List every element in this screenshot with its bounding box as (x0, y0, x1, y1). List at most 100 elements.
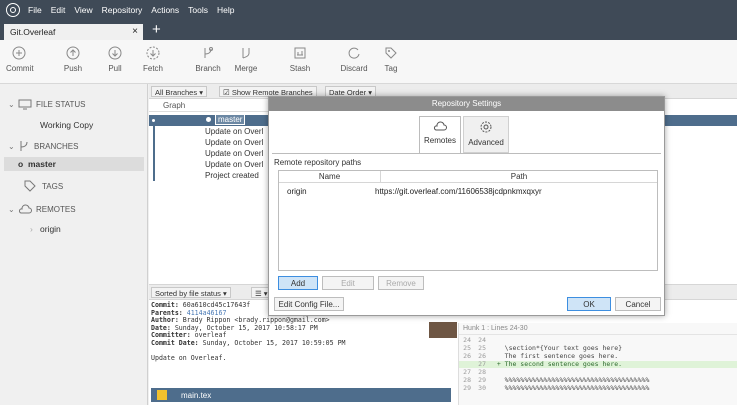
avatar (429, 322, 457, 338)
branch-button[interactable]: Branch (195, 46, 221, 73)
commit-row[interactable]: Update on Overl (149, 160, 269, 171)
new-tab-button[interactable]: + (152, 21, 161, 38)
sidebar-branches-header[interactable]: ⌄ BRANCHES (8, 140, 78, 152)
sidebar-file-status-header[interactable]: ⌄ FILE STATUS (8, 99, 86, 110)
commit-icon (12, 46, 26, 60)
push-icon (66, 46, 80, 60)
discard-button[interactable]: Discard (339, 46, 369, 73)
diff-line-text: %%%%%%%%%%%%%%%%%%%%%%%%%%%%%%%%%%%%% (489, 384, 650, 392)
menu-edit[interactable]: Edit (51, 5, 66, 15)
file-name: main.tex (181, 391, 212, 400)
old-line-number: 29 (463, 384, 471, 392)
diff-line: 24 24 (459, 337, 737, 344)
menu-help[interactable]: Help (217, 5, 234, 15)
hunk-header: Hunk 1 : Lines 24-30 (459, 323, 737, 335)
edit-remote-button[interactable]: Edit (322, 276, 374, 290)
add-remote-button[interactable]: Add (278, 276, 318, 290)
commit-label: Commit (6, 64, 34, 73)
sidebar-file-status-label: FILE STATUS (36, 100, 86, 109)
fetch-label: Fetch (142, 64, 163, 73)
branch-icon (20, 141, 28, 151)
repository-settings-dialog: Repository Settings Remotes Advanced Rem… (268, 96, 665, 316)
cloud-icon (434, 121, 447, 131)
sidebar-tags-header[interactable]: TAGS (24, 180, 63, 192)
new-line-number: 29 (478, 376, 486, 384)
remove-remote-button[interactable]: Remove (378, 276, 424, 290)
merge-button[interactable]: Merge (233, 46, 259, 73)
chevron-down-icon: ⌄ (8, 100, 15, 109)
new-line-number: 27 (478, 360, 486, 368)
ok-button[interactable]: OK (567, 297, 611, 311)
commit-row[interactable]: Update on Overl (149, 127, 269, 138)
cancel-button[interactable]: Cancel (615, 297, 661, 311)
sort-label: Sorted by file status (155, 289, 221, 298)
sidebar-item-origin[interactable]: › origin (30, 224, 61, 234)
sidebar-item-master-label: master (28, 159, 56, 169)
menu-repository[interactable]: Repository (102, 5, 143, 15)
commit-button[interactable]: Commit (6, 46, 34, 73)
column-header-name[interactable]: Name (279, 171, 381, 183)
commit-row[interactable]: Project created (149, 171, 269, 182)
sidebar-item-origin-label: origin (40, 224, 61, 234)
fetch-button[interactable]: Fetch (142, 46, 164, 73)
commit-row[interactable]: Update on Overl (149, 149, 269, 160)
all-branches-dropdown[interactable]: All Branches ▾ (151, 86, 207, 97)
menu-file[interactable]: File (28, 5, 42, 15)
remote-name[interactable]: origin (287, 187, 307, 196)
column-header-path[interactable]: Path (381, 171, 657, 183)
branch-icon (204, 47, 213, 58)
diff-line-text: The first sentence goes here. (489, 352, 619, 360)
file-list-item[interactable]: main.tex (151, 388, 451, 402)
menu-view[interactable]: View (74, 5, 92, 15)
stash-icon (294, 47, 306, 59)
cloud-icon (19, 204, 32, 214)
pull-button[interactable]: Pull (105, 46, 125, 73)
sort-dropdown[interactable]: Sorted by file status ▾ (151, 287, 231, 298)
pull-icon (108, 46, 122, 60)
sidebar-selection-highlight (4, 157, 144, 171)
tab-remotes-label: Remotes (423, 136, 456, 145)
branch-tag-master: master (215, 114, 246, 125)
chevron-down-icon: ⌄ (8, 141, 15, 151)
close-tab-icon[interactable]: × (132, 26, 138, 37)
sidebar-item-master[interactable]: o master (18, 159, 56, 169)
pull-label: Pull (108, 64, 122, 73)
merge-icon (242, 48, 250, 59)
diff-line: 26 26 The first sentence goes here. (459, 353, 737, 360)
push-button[interactable]: Push (60, 46, 86, 73)
diff-line: 28 29 %%%%%%%%%%%%%%%%%%%%%%%%%%%%%%%%%%%… (459, 377, 737, 384)
tab-advanced[interactable]: Advanced (463, 116, 509, 153)
old-line-number: 25 (463, 344, 471, 352)
new-line-number: 26 (478, 352, 486, 360)
commit-row[interactable]: Update on Overl (149, 138, 269, 149)
stash-label: Stash (289, 64, 311, 73)
commit-date-key: Commit Date: (151, 338, 199, 347)
all-branches-label: All Branches (155, 88, 198, 97)
remote-path[interactable]: https://git.overleaf.com/11606538jcdpnkm… (375, 187, 542, 196)
menu-actions[interactable]: Actions (151, 5, 179, 15)
old-line-number: 24 (463, 336, 471, 344)
old-line-number: 26 (463, 352, 471, 360)
sidebar-item-working-copy[interactable]: Working Copy (40, 120, 93, 130)
tab-git-overleaf[interactable]: Git.Overleaf × (4, 24, 143, 40)
sidebar-remotes-header[interactable]: ⌄ REMOTES (8, 204, 76, 215)
chevron-down-icon: ⌄ (8, 205, 15, 214)
chevron-right-icon: › (30, 224, 33, 234)
graph-column-header: Graph (149, 99, 269, 112)
sidebar: ⌄ FILE STATUS Working Copy ⌄ BRANCHES o … (0, 84, 148, 405)
stash-button[interactable]: Stash (287, 46, 313, 73)
commit-message: Update on Overleaf. (151, 354, 227, 363)
tag-button[interactable]: Tag (383, 46, 399, 73)
diff-line: 27 + The second sentence goes here. (459, 361, 737, 368)
commit-date-value: Sunday, October 15, 2017 10:59:05 PM (198, 338, 346, 347)
menu-tools[interactable]: Tools (188, 5, 208, 15)
edit-config-file-button[interactable]: Edit Config File... (274, 297, 344, 311)
commit-row[interactable]: master (149, 114, 269, 126)
head-dot-icon (206, 117, 211, 122)
commit-graph: master Update on Overl Update on Overl U… (149, 113, 737, 183)
diff-line-text: \section*{Your text goes here} (489, 344, 623, 352)
tab-remotes[interactable]: Remotes (419, 116, 461, 153)
tag-icon (385, 47, 397, 59)
menu-bar: File Edit View Repository Actions Tools … (0, 0, 737, 20)
diff-line: 29 30 %%%%%%%%%%%%%%%%%%%%%%%%%%%%%%%%%%%… (459, 385, 737, 392)
